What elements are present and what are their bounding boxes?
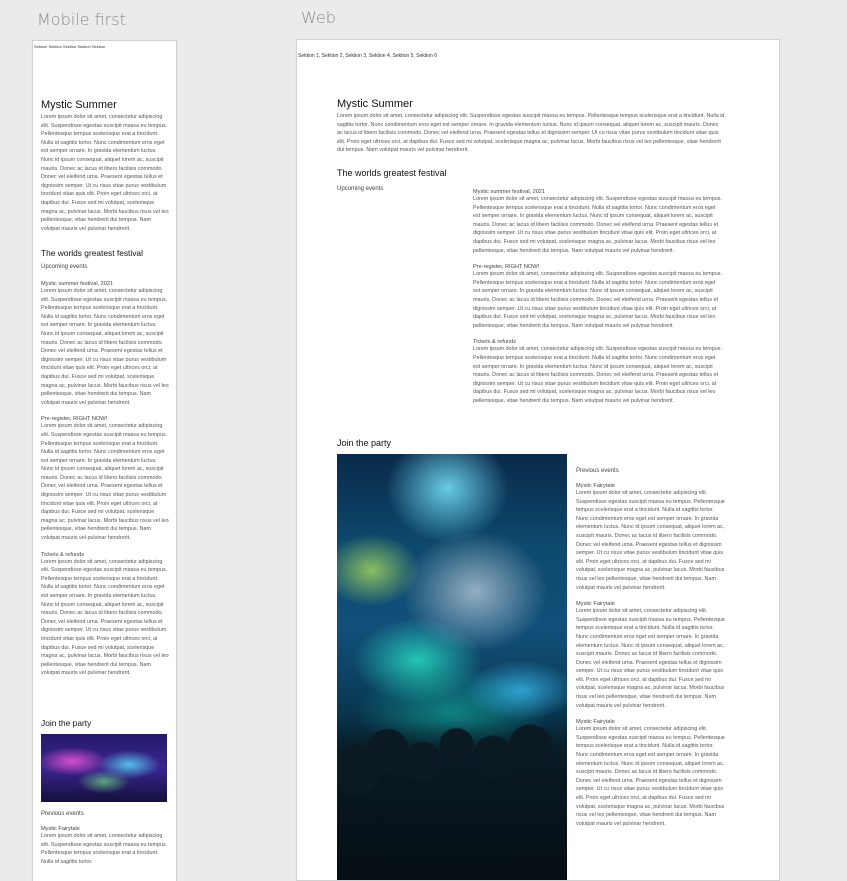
previous-heading: Previous events — [576, 468, 619, 474]
web-events-list: Mystic summer festival, 2021 Lorem ipsum… — [473, 189, 723, 405]
intro-text: Lorem ipsum dolor sit amet, consectetur … — [41, 114, 169, 232]
event-body: Lorem ipsum dolor sit amet, consectetur … — [473, 346, 722, 404]
previous-event-item: Mystic Fairytale Lorem ipsum dolor sit a… — [576, 719, 726, 828]
mobile-intro: Mystic Summer Lorem ipsum dolor sit amet… — [41, 99, 169, 233]
party-heading: Join the party — [337, 438, 392, 448]
previous-event-body: Lorem ipsum dolor sit amet, consectetur … — [576, 608, 725, 709]
event-body: Lorem ipsum dolor sit amet, consectetur … — [473, 196, 722, 254]
intro-text: Lorem ipsum dolor sit amet, consectetur … — [337, 113, 725, 154]
upcoming-heading: Upcoming events — [41, 264, 88, 270]
festival-heading: The worlds greatest festival — [41, 248, 143, 258]
mobile-artboard-label: Mobile first — [37, 10, 126, 29]
event-item: Pre-register, RIGHT NOW! Lorem ipsum dol… — [473, 264, 723, 330]
web-nav[interactable]: Sektion 1, Sektion 2, Sektion 3, Sektion… — [298, 53, 437, 59]
previous-event-item: Mystic Fairytale Lorem ipsum dolor sit a… — [576, 601, 726, 710]
web-party-section: Join the party — [337, 438, 577, 448]
party-heading: Join the party — [41, 718, 92, 728]
web-artboard-label: Web — [301, 8, 336, 27]
previous-heading: Previous events — [41, 811, 84, 817]
mobile-artboard: Sektion Sektion Sektion Sektion Sektion … — [33, 41, 176, 881]
party-image — [41, 734, 167, 802]
previous-event-body: Lorem ipsum dolor sit amet, consectetur … — [41, 833, 168, 865]
event-body: Lorem ipsum dolor sit amet, consectetur … — [41, 423, 169, 542]
previous-event-body: Lorem ipsum dolor sit amet, consectetur … — [576, 726, 725, 827]
mobile-party-section: Join the party Previous events Mystic Fa… — [41, 718, 169, 866]
web-artboard: Sektion 1, Sektion 2, Sektion 3, Sektion… — [297, 40, 779, 880]
event-item: Tickets & refunds Lorem ipsum dolor sit … — [41, 552, 169, 678]
mobile-nav[interactable]: Sektion Sektion Sektion Sektion Sektion — [34, 44, 105, 49]
festival-heading: The worlds greatest festival — [337, 168, 447, 178]
party-image — [337, 454, 567, 880]
mobile-festival-section: The worlds greatest festival Upcoming ev… — [41, 248, 169, 678]
page-title: Mystic Summer — [337, 98, 413, 110]
page-title: Mystic Summer — [41, 99, 117, 111]
event-item: Mystic summer festival, 2021 Lorem ipsum… — [41, 281, 169, 407]
event-item: Mystic summer festival, 2021 Lorem ipsum… — [473, 189, 723, 255]
web-previous-events: Previous events Mystic Fairytale Lorem i… — [576, 468, 726, 828]
previous-event-body: Lorem ipsum dolor sit amet, consectetur … — [576, 490, 725, 591]
event-body: Lorem ipsum dolor sit amet, consectetur … — [473, 271, 722, 329]
previous-event-item: Mystic Fairytale Lorem ipsum dolor sit a… — [576, 483, 726, 592]
event-item: Tickets & refunds Lorem ipsum dolor sit … — [473, 339, 723, 405]
crowd-silhouette — [337, 720, 567, 880]
event-body: Lorem ipsum dolor sit amet, consectetur … — [41, 558, 169, 677]
event-item: Pre-register, RIGHT NOW! Lorem ipsum dol… — [41, 416, 169, 542]
web-intro: Mystic Summer Lorem ipsum dolor sit amet… — [337, 98, 725, 155]
event-body: Lorem ipsum dolor sit amet, consectetur … — [41, 288, 169, 406]
